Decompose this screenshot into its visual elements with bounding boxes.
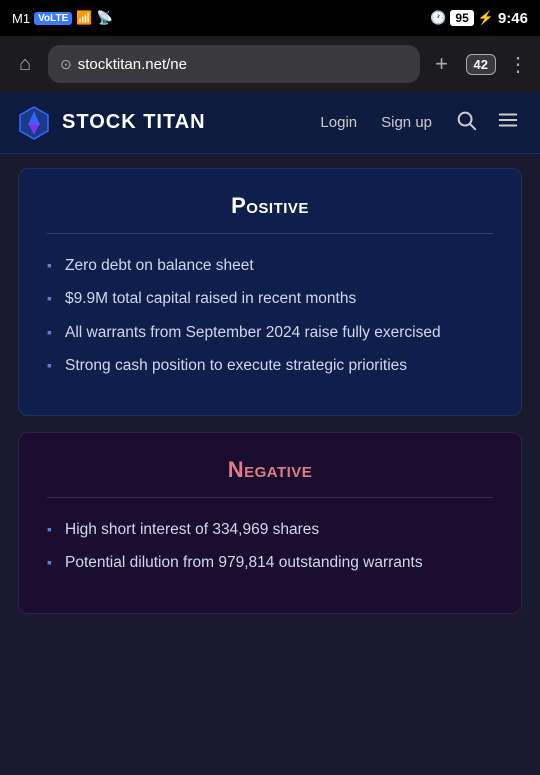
positive-card: Positive Zero debt on balance sheet $9.9… (18, 168, 522, 416)
time-display: 9:46 (498, 10, 528, 27)
list-item: All warrants from September 2024 raise f… (47, 321, 493, 344)
alarm-icon: 🕐 (430, 10, 446, 26)
url-security-icon: ⊙ (60, 56, 72, 73)
status-bar: M1 VoLTE 📶 📡 🕐 95 ⚡ 9:46 (0, 0, 540, 36)
negative-bullet-list: High short interest of 334,969 shares Po… (47, 518, 493, 575)
nav-links: Login Sign up (310, 108, 442, 137)
charging-icon: ⚡ (478, 10, 494, 26)
nav-logo: STOCK TITAN (16, 105, 310, 141)
network-badge: VoLTE (34, 12, 72, 25)
browser-url-bar[interactable]: ⊙ stocktitan.net/ne (48, 45, 420, 83)
list-item: Potential dilution from 979,814 outstand… (47, 551, 493, 574)
logo-text: STOCK TITAN (62, 111, 206, 134)
list-item: High short interest of 334,969 shares (47, 518, 493, 541)
positive-divider (47, 233, 493, 234)
add-tab-button[interactable]: + (428, 51, 456, 77)
status-right: 🕐 95 ⚡ 9:46 (430, 10, 528, 27)
positive-title: Positive (47, 193, 493, 219)
carrier-text: M1 (12, 11, 30, 26)
url-text: stocktitan.net/ne (78, 56, 408, 73)
signal-icon: 📶 (76, 10, 92, 26)
status-carrier: M1 VoLTE 📶 📡 (12, 10, 113, 26)
browser-actions: + 42 ⋮ (428, 51, 530, 77)
nav-icons (450, 109, 524, 137)
browser-home-button[interactable]: ⌂ (10, 53, 40, 76)
signup-link[interactable]: Sign up (371, 108, 442, 137)
home-icon: ⌂ (19, 53, 31, 75)
wifi-icon: 📡 (96, 10, 112, 26)
tabs-count-badge[interactable]: 42 (466, 54, 496, 75)
list-item: Strong cash position to execute strategi… (47, 354, 493, 377)
negative-card: Negative High short interest of 334,969 … (18, 432, 522, 614)
nav-bar: STOCK TITAN Login Sign up (0, 92, 540, 154)
positive-bullet-list: Zero debt on balance sheet $9.9M total c… (47, 254, 493, 377)
battery-level: 95 (450, 10, 473, 26)
search-icon[interactable] (450, 109, 482, 137)
list-item: $9.9M total capital raised in recent mon… (47, 287, 493, 310)
login-link[interactable]: Login (310, 108, 367, 137)
browser-menu-button[interactable]: ⋮ (506, 52, 530, 77)
list-item: Zero debt on balance sheet (47, 254, 493, 277)
hamburger-menu-icon[interactable] (492, 109, 524, 137)
main-content: Positive Zero debt on balance sheet $9.9… (0, 154, 540, 614)
negative-divider (47, 497, 493, 498)
logo-icon (16, 105, 52, 141)
negative-title: Negative (47, 457, 493, 483)
browser-chrome: ⌂ ⊙ stocktitan.net/ne + 42 ⋮ (0, 36, 540, 92)
